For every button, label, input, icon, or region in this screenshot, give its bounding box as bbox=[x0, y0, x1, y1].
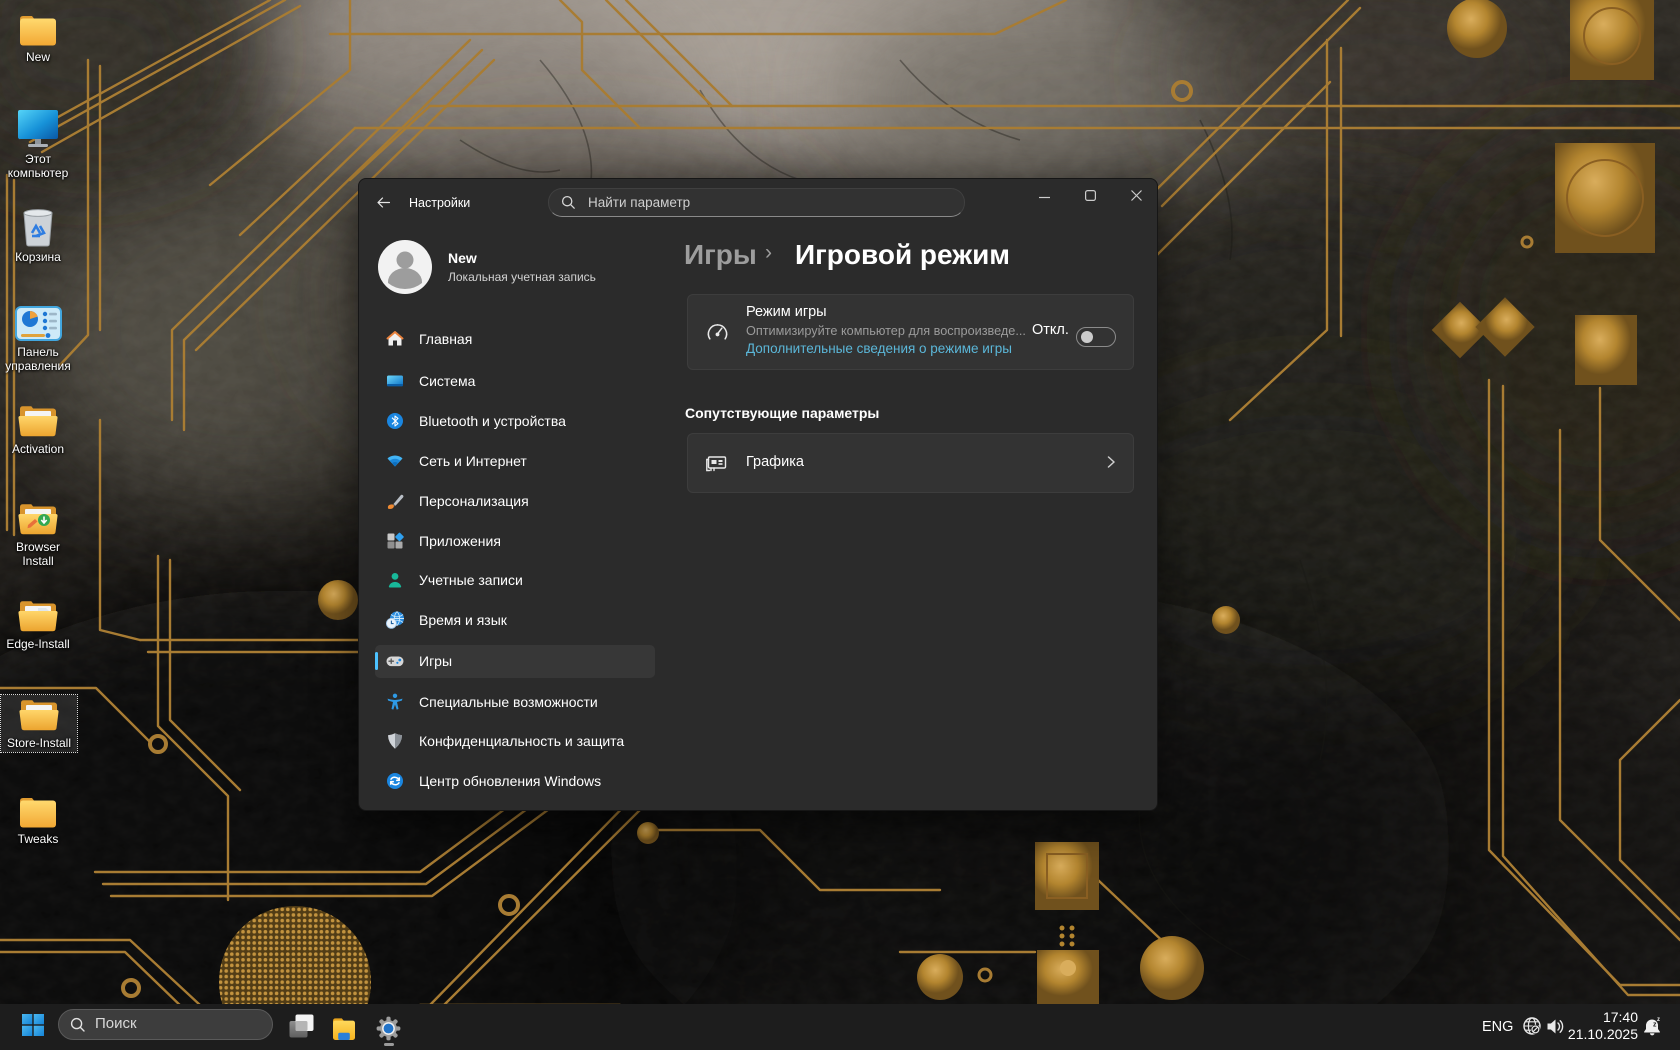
svg-text:z: z bbox=[1657, 1017, 1660, 1023]
